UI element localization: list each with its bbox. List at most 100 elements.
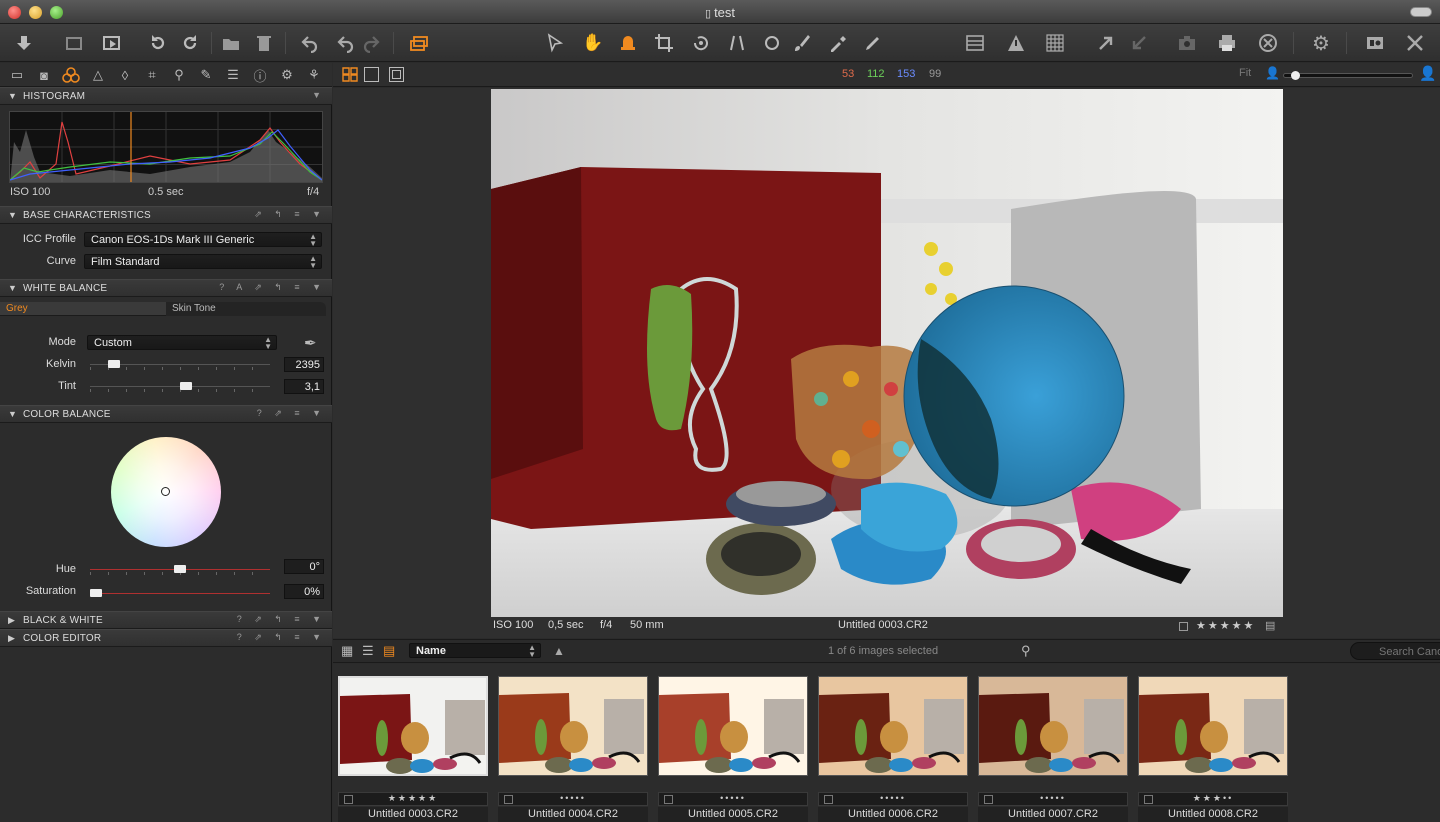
thumbnail[interactable] (658, 676, 808, 776)
apply-adjustments-button[interactable] (1126, 31, 1152, 55)
browser-list-icon[interactable]: ☰ (362, 643, 374, 659)
kelvin-slider[interactable] (90, 358, 270, 372)
toolbar-toggle-button[interactable] (1410, 7, 1432, 17)
hue-slider[interactable] (90, 563, 270, 577)
mode-select[interactable]: Custom ▲ ▼ (87, 335, 277, 351)
thumbnail-checkbox[interactable] (1144, 795, 1153, 804)
cancel-process-button[interactable] (1255, 31, 1281, 55)
undo-all-button[interactable] (297, 31, 323, 55)
curve-select[interactable]: Film Standard ▲ ▼ (84, 254, 322, 270)
zoom-slider[interactable] (1283, 71, 1413, 80)
grid-button[interactable] (1042, 31, 1068, 55)
thumbnail[interactable] (498, 676, 648, 776)
keystone-tool[interactable] (724, 31, 750, 55)
copy-adjustments-button[interactable] (1093, 31, 1119, 55)
search-input[interactable] (1350, 642, 1440, 660)
brush-tool[interactable] (789, 31, 815, 55)
color-editor-header[interactable]: ▶ COLOR EDITOR ? ⇗ ↰ ≡ ▼ (0, 629, 332, 647)
thumbnail-checkbox[interactable] (504, 795, 513, 804)
pan-tool[interactable]: ✋ (580, 31, 606, 55)
tab-composition[interactable]: ⌗ (142, 67, 162, 83)
kelvin-value-field[interactable]: 2395 (284, 357, 324, 372)
saturation-value-field[interactable]: 0% (284, 584, 324, 599)
tab-output[interactable]: ⚙ (277, 67, 297, 83)
tab-metadata[interactable]: ☰ (223, 67, 243, 83)
import-button[interactable] (11, 31, 37, 55)
rotate-tool[interactable] (688, 31, 714, 55)
main-photo[interactable] (491, 89, 1283, 617)
thumbnail-rating[interactable]: ••••• (658, 792, 808, 806)
thumbnail[interactable] (818, 676, 968, 776)
fit-label[interactable]: Fit (1239, 67, 1251, 79)
tab-info[interactable]: ⓘ (250, 67, 270, 84)
loupe-tool[interactable] (615, 31, 641, 55)
undo-button[interactable] (333, 31, 359, 55)
rating-stars[interactable]: ★★★•• (1193, 793, 1234, 803)
section-menu-icon[interactable]: ▼ (312, 90, 326, 100)
image-viewer[interactable]: ISO 100 0,5 sec f/4 50 mm Untitled 0003.… (333, 88, 1440, 638)
base-characteristics-header[interactable]: ▼ BASE CHARACTERISTICS ⇗ ↰ ≡ ▼ (0, 206, 332, 224)
rating-stars[interactable]: ★★★★★ (388, 793, 438, 803)
saturation-slider[interactable] (90, 587, 270, 601)
section-controls-icon[interactable]: ⇗ ↰ ≡ ▼ (254, 209, 326, 220)
tab-lens[interactable]: ◊ (115, 67, 135, 83)
tab-exposure[interactable]: △ (88, 67, 108, 83)
tab-capture[interactable]: ◙ (34, 67, 54, 83)
trash-button[interactable] (251, 31, 277, 55)
saturation-slider-knob[interactable] (90, 589, 102, 597)
tint-slider-knob[interactable] (180, 382, 192, 390)
thumbnail-rating[interactable]: ••••• (818, 792, 968, 806)
rating-stars[interactable]: ••••• (560, 793, 586, 803)
color-picker-tool[interactable] (825, 31, 851, 55)
crop-tool[interactable] (651, 31, 677, 55)
thumbnail-rating[interactable]: ••••• (498, 792, 648, 806)
rating-stars[interactable]: ••••• (720, 793, 746, 803)
tab-details[interactable]: ⚲ (169, 67, 189, 83)
single-view-button[interactable] (364, 67, 379, 82)
thumbnail-checkbox[interactable] (824, 795, 833, 804)
thumbnail[interactable] (1138, 676, 1288, 776)
select-tool[interactable] (542, 31, 568, 55)
section-controls-icon[interactable]: ? ⇗ ↰ ≡ ▼ (237, 614, 326, 625)
histogram-section-header[interactable]: ▼ HISTOGRAM ▼ (0, 87, 332, 105)
rotate-right-button[interactable] (177, 31, 203, 55)
browser-grid-icon[interactable]: ▦ (341, 643, 353, 659)
hue-slider-knob[interactable] (174, 565, 186, 573)
export-button[interactable] (99, 31, 125, 55)
tab-library[interactable]: ▭ (7, 67, 27, 83)
redo-button[interactable] (358, 31, 384, 55)
black-white-header[interactable]: ▶ BLACK & WHITE ? ⇗ ↰ ≡ ▼ (0, 611, 332, 629)
preferences-button[interactable]: ⚙ (1308, 31, 1334, 55)
kelvin-slider-knob[interactable] (108, 360, 120, 368)
wb-picker-button[interactable]: ✒ (304, 334, 317, 352)
spot-removal-tool[interactable] (759, 31, 785, 55)
thumbnail[interactable] (978, 676, 1128, 776)
tools-button[interactable] (1402, 31, 1428, 55)
thumbnail-checkbox[interactable] (344, 795, 353, 804)
thumbnail-checkbox[interactable] (664, 795, 673, 804)
section-controls-icon[interactable]: ? ⇗ ≡ ▼ (257, 408, 326, 419)
browser-filmstrip-icon[interactable]: ▤ (383, 643, 395, 659)
sort-select[interactable]: Name ▲ ▼ (409, 643, 541, 659)
tab-local-adjustments[interactable]: ✎ (196, 67, 216, 83)
thumbnail-rating[interactable]: ••••• (978, 792, 1128, 806)
color-balance-header[interactable]: ▼ COLOR BALANCE ? ⇗ ≡ ▼ (0, 405, 332, 423)
rating-stars[interactable]: ••••• (1040, 793, 1066, 803)
section-controls-icon[interactable]: ? A ⇗ ↰ ≡ ▼ (219, 282, 326, 293)
thumbnail-rating[interactable]: ★★★★★ (338, 792, 488, 806)
viewer-metadata-icon[interactable]: ▤ (1265, 619, 1275, 632)
zoom-slider-knob[interactable] (1291, 71, 1300, 80)
grid-view-button[interactable] (342, 67, 358, 82)
rotate-left-button[interactable] (145, 31, 171, 55)
sort-direction-icon[interactable]: ▲ (553, 644, 565, 658)
tab-grey[interactable]: Grey (0, 302, 166, 316)
icc-profile-select[interactable]: Canon EOS-1Ds Mark III Generic ▲ ▼ (84, 232, 322, 248)
section-controls-icon[interactable]: ? ⇗ ↰ ≡ ▼ (237, 632, 326, 643)
thumbnail-rating[interactable]: ★★★•• (1138, 792, 1288, 806)
viewer-rating-stars[interactable]: ★★★★★ (1196, 619, 1255, 632)
multi-view-button[interactable] (389, 67, 404, 82)
print-button[interactable] (1214, 31, 1240, 55)
viewer-select-checkbox[interactable] (1179, 622, 1188, 631)
tab-batch[interactable]: ⚘ (304, 67, 324, 83)
proof-button[interactable] (1362, 31, 1388, 55)
